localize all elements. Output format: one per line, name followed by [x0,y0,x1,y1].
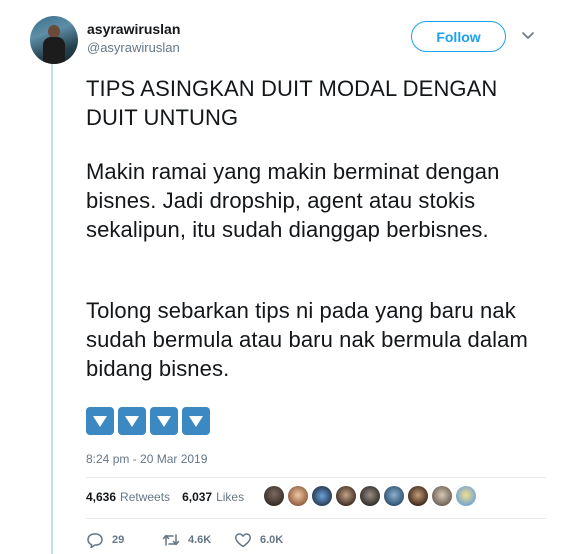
retweets-label: Retweets [120,490,171,504]
tweet-title-text: TIPS ASINGKAN DUIT MODAL DENGAN DUIT UNT… [86,76,498,130]
thread-line [51,64,53,554]
tweet-paragraph-1: Makin ramai yang makin berminat dengan b… [86,159,500,242]
liker-avatar[interactable] [408,486,428,506]
engagement-stats: 4,636 Retweets 6,037 Likes [86,490,250,504]
retweet-button[interactable]: 4.6K [162,532,234,548]
liker-avatar[interactable] [384,486,404,506]
reply-icon [87,533,103,548]
follow-button[interactable]: Follow [411,21,506,52]
retweet-icon [162,534,180,546]
liker-avatar[interactable] [264,486,284,506]
user-handle[interactable]: @asyrawiruslan [87,40,180,55]
divider [86,477,546,478]
down-arrow-emoji-icon [86,407,114,435]
chevron-down-icon[interactable] [520,27,536,43]
liker-avatar[interactable] [336,486,356,506]
down-arrow-emoji-icon [182,407,210,435]
down-arrow-emoji-icon [150,407,178,435]
reply-count: 29 [112,534,125,546]
liker-avatar[interactable] [432,486,452,506]
likes-stat[interactable]: 6,037 Likes [182,490,244,504]
avatar[interactable] [30,16,78,64]
liker-avatar[interactable] [360,486,380,506]
divider [86,518,546,519]
likes-count: 6,037 [182,490,213,504]
liker-avatar[interactable] [312,486,332,506]
emoji-row [86,407,210,435]
retweets-count: 4,636 [86,490,117,504]
retweets-stat[interactable]: 4,636 Retweets [86,490,170,504]
tweet-paragraph-2: Tolong sebarkan tips ni pada yang baru n… [86,298,528,381]
liker-avatar[interactable] [456,486,476,506]
user-display-name[interactable]: asyrawiruslan [87,21,180,37]
tweet-actions: 29 4.6K 6.0K [86,532,283,548]
down-arrow-emoji-icon [118,407,146,435]
likes-label: Likes [216,490,245,504]
heart-icon [235,533,251,548]
like-count: 6.0K [260,534,284,546]
tweet-timestamp[interactable]: 8:24 pm - 20 Mar 2019 [86,452,207,466]
liker-avatar[interactable] [288,486,308,506]
avatar-body [43,37,65,64]
retweet-count: 4.6K [188,534,212,546]
reply-button[interactable]: 29 [86,532,162,548]
like-button[interactable]: 6.0K [234,532,283,548]
liker-avatars [264,486,476,506]
